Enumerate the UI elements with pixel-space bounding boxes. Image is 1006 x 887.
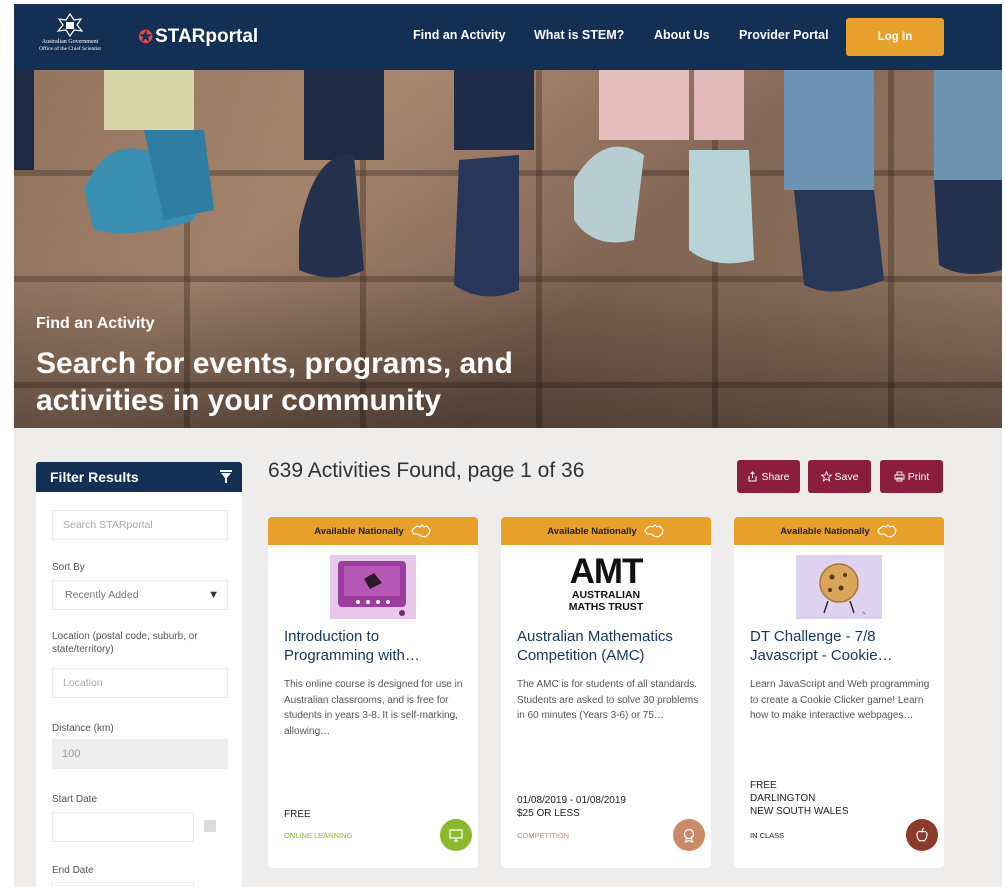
card-category: IN CLASS: [750, 831, 785, 840]
gov-line-2: Office of the Chief Scientist: [39, 46, 101, 52]
amt-logo-line-2: MATHS TRUST: [568, 601, 644, 613]
activity-card[interactable]: Available Nationally ✎ DT Challenge - 7/…: [734, 517, 944, 868]
location-label: Location (postal code, suburb, or state/…: [52, 631, 198, 655]
card-dates: 01/08/2019 - 01/08/2019: [517, 795, 626, 806]
start-date-input[interactable]: [52, 812, 194, 842]
card-cost: FREE: [750, 780, 777, 791]
card-description: This online course is designed for use i…: [284, 679, 463, 737]
hero-title: Search for events, programs, and activit…: [36, 347, 513, 417]
category-badge: [440, 819, 472, 851]
results-summary: 639 Activities Found, page 1 of 36: [268, 459, 585, 482]
medal-icon: [683, 828, 695, 843]
card-title[interactable]: Introduction to Programming with…: [284, 627, 469, 665]
star-icon: ✪: [138, 26, 154, 47]
australia-map-icon: [877, 524, 897, 538]
save-button[interactable]: Save: [808, 460, 871, 493]
availability-banner: Available Nationally: [734, 517, 944, 545]
course-thumbnail: [330, 555, 416, 619]
nav-find-activity[interactable]: Find an Activity: [413, 28, 506, 42]
government-logo[interactable]: Australian Government Office of the Chie…: [28, 12, 112, 64]
end-date-label: End Date: [52, 865, 94, 876]
gov-line-1: Australian Government: [41, 39, 99, 45]
sort-value: Recently Added: [65, 589, 139, 601]
card-cost: FREE: [284, 809, 311, 820]
filter-heading: Filter Results: [50, 469, 139, 485]
calendar-icon[interactable]: [204, 820, 216, 832]
apple-icon: [916, 827, 928, 842]
star-outline-icon: [820, 471, 832, 482]
distance-input[interactable]: 100: [52, 739, 228, 769]
end-date-input[interactable]: [52, 882, 194, 887]
filter-header[interactable]: Filter Results: [36, 462, 242, 492]
nav-about-us[interactable]: About Us: [654, 28, 710, 42]
distance-label: Distance (km): [52, 723, 114, 734]
cookie-thumbnail: ✎: [796, 555, 882, 619]
print-button[interactable]: Print: [880, 460, 943, 493]
amt-logo: AMT AUSTRALIAN MATHS TRUST: [556, 552, 656, 621]
sort-select[interactable]: Recently Added ▼: [52, 580, 228, 610]
australia-map-icon: [644, 524, 664, 538]
share-button[interactable]: Share: [737, 460, 800, 493]
login-button[interactable]: Log In: [846, 18, 944, 56]
amt-logo-mark: AMT: [569, 552, 644, 591]
hero-banner: Find an Activity Search for events, prog…: [14, 70, 1002, 428]
nav-provider-portal[interactable]: Provider Portal: [739, 28, 829, 42]
card-cost: $25 OR LESS: [517, 808, 580, 819]
category-badge: [673, 819, 705, 851]
starportal-logo[interactable]: ✪ STARportal: [138, 24, 258, 50]
activity-card[interactable]: Available Nationally Introduction to Pro…: [268, 517, 478, 868]
sort-label: Sort By: [52, 562, 85, 573]
caret-down-icon: ▼: [208, 589, 219, 601]
hero-eyebrow: Find an Activity: [36, 315, 155, 332]
category-badge: [906, 819, 938, 851]
share-icon: [748, 471, 757, 482]
share-label: Share: [761, 470, 790, 483]
brand-name: STARportal: [155, 26, 259, 47]
location-input[interactable]: Location: [52, 668, 228, 698]
card-category: ONLINE LEARNING: [284, 831, 353, 840]
card-category: COMPETITION: [517, 831, 570, 840]
availability-banner: Available Nationally: [268, 517, 478, 545]
filter-panel: Filter Results Search STARportal Sort By…: [36, 462, 242, 887]
card-state: NEW SOUTH WALES: [750, 806, 849, 817]
availability-label: Available Nationally: [547, 525, 637, 537]
availability-banner: Available Nationally: [501, 517, 711, 545]
card-title[interactable]: DT Challenge - 7/8 Javascript - Cookie…: [750, 627, 935, 665]
card-suburb: DARLINGTON: [750, 793, 816, 804]
search-input[interactable]: Search STARportal: [52, 510, 228, 540]
site-header: Australian Government Office of the Chie…: [14, 4, 1002, 70]
monitor-icon: [449, 829, 463, 842]
australia-map-icon: [411, 524, 431, 538]
availability-label: Available Nationally: [314, 525, 404, 537]
printer-icon: [894, 471, 905, 482]
coat-of-arms-icon: [56, 12, 84, 38]
print-label: Print: [907, 470, 930, 483]
card-description: Learn JavaScript and Web programming to …: [750, 679, 930, 721]
nav-what-is-stem[interactable]: What is STEM?: [534, 28, 624, 42]
card-title[interactable]: Australian Mathematics Competition (AMC): [517, 627, 702, 665]
activity-card[interactable]: Available Nationally AMT AUSTRALIAN MATH…: [501, 517, 711, 868]
svg-text:✎: ✎: [862, 611, 866, 617]
card-description: The AMC is for students of all standards…: [517, 679, 699, 721]
start-date-label: Start Date: [52, 794, 98, 805]
save-label: Save: [834, 470, 859, 483]
availability-label: Available Nationally: [780, 525, 870, 537]
funnel-icon: [220, 470, 232, 483]
